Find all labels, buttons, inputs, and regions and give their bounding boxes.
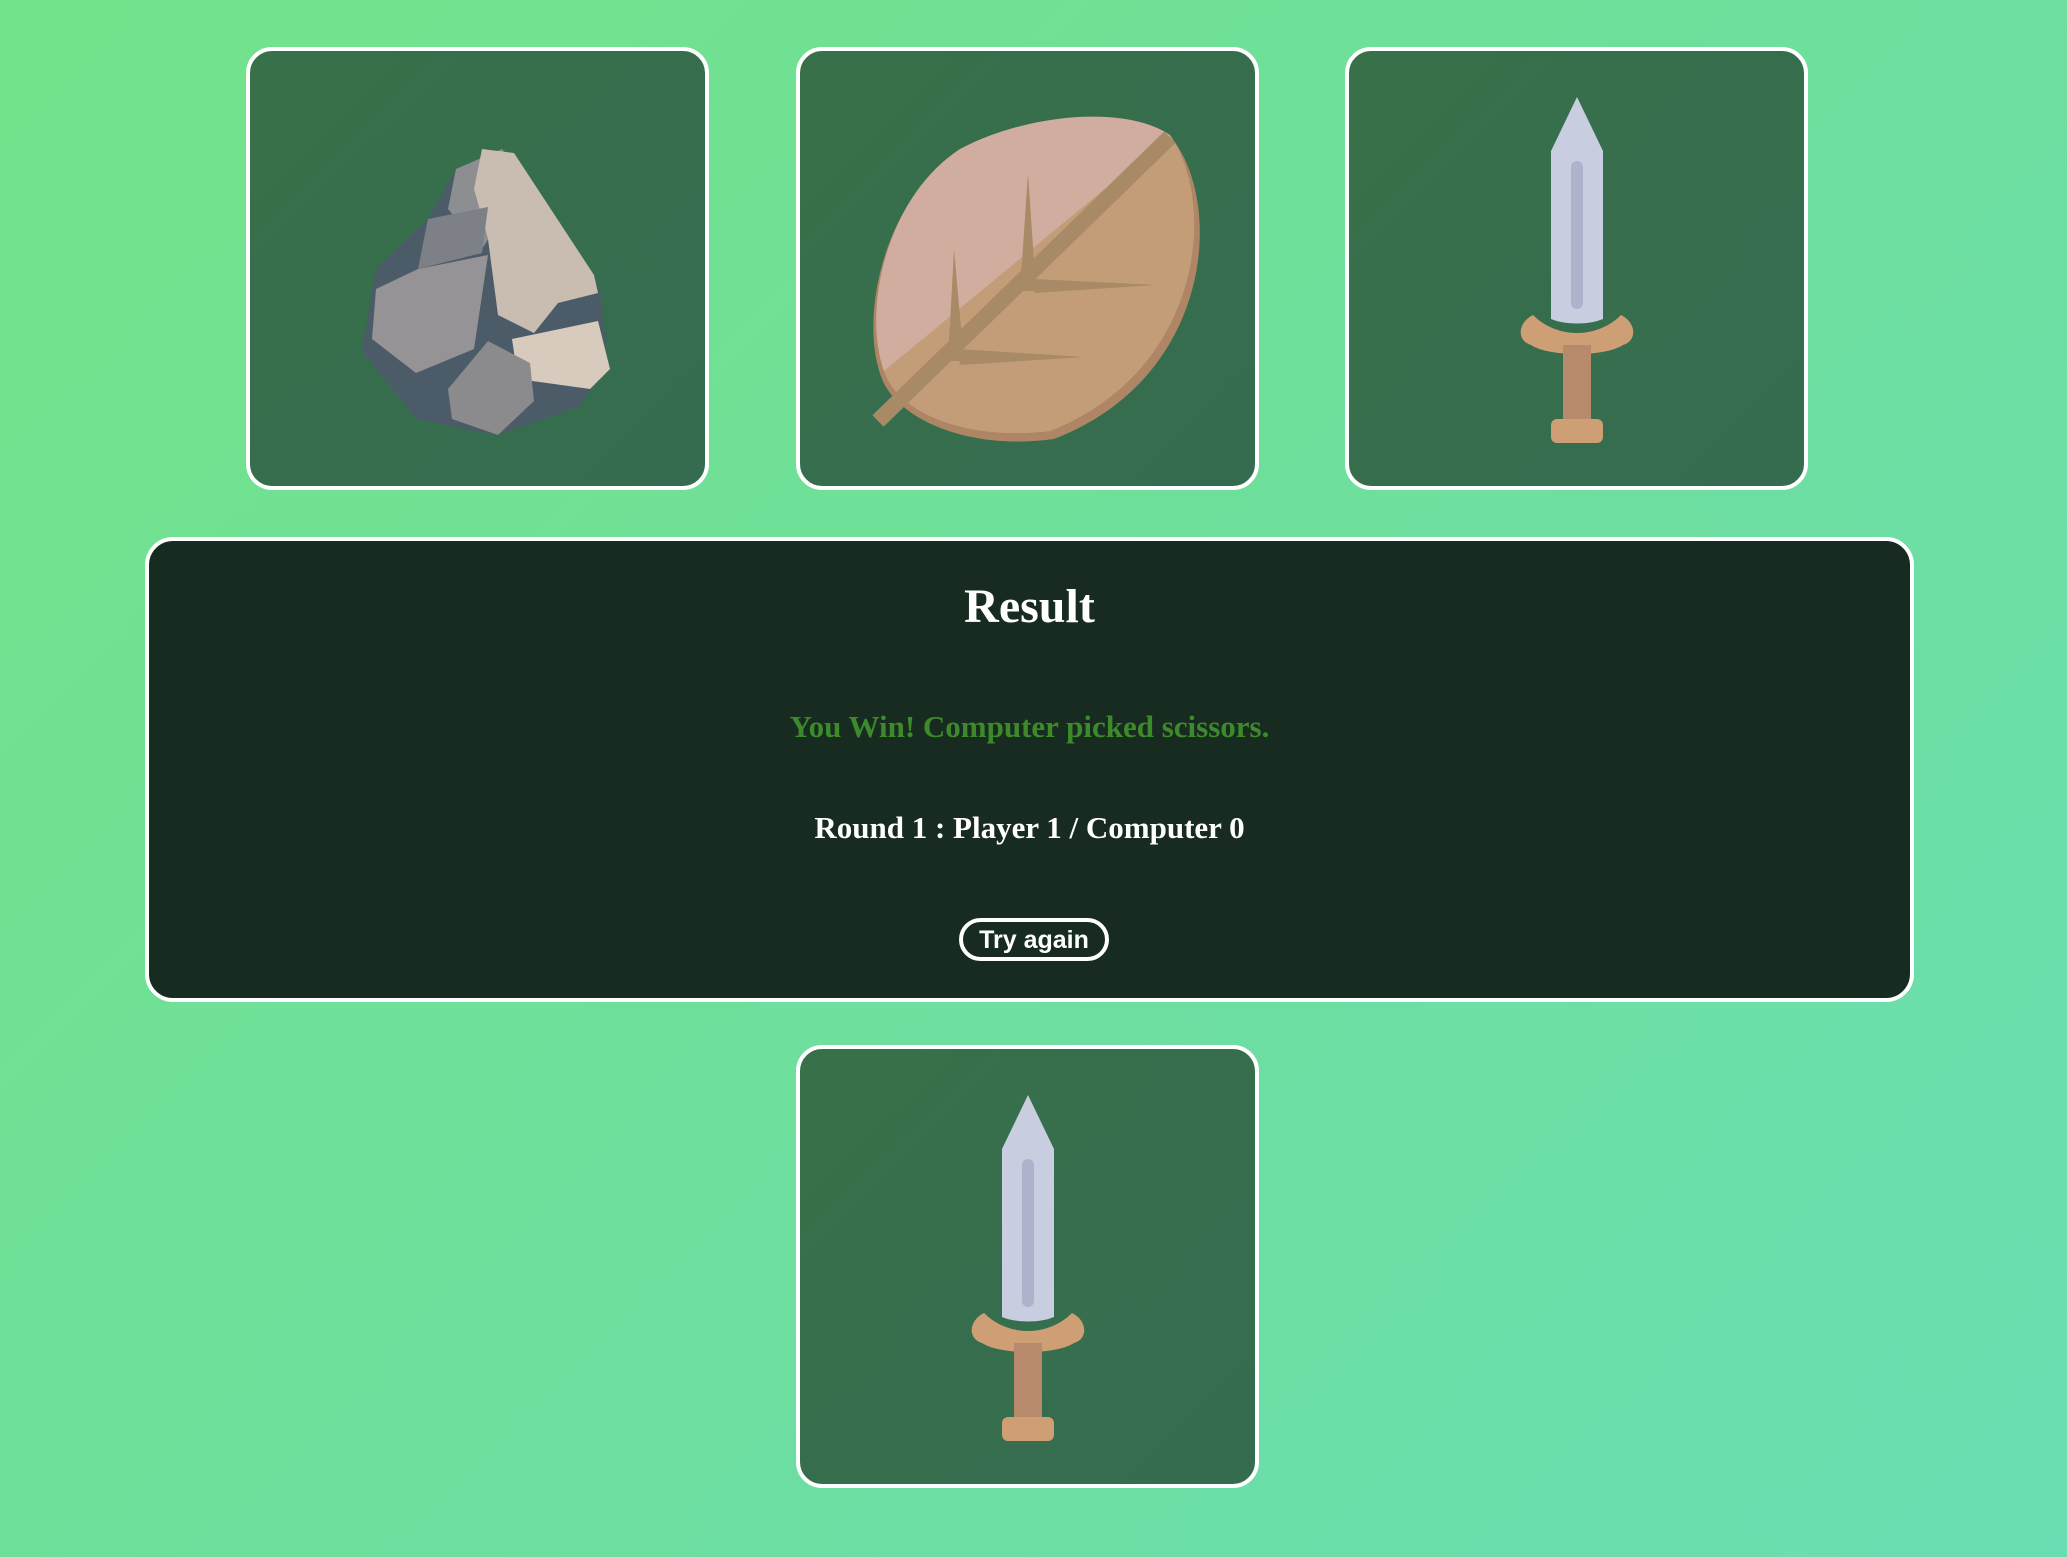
result-title: Result: [964, 580, 1095, 633]
computer-choice-card: [796, 1045, 1259, 1488]
leaf-icon: [871, 116, 1200, 442]
sword-icon: [971, 1094, 1084, 1441]
result-panel: Result You Win! Computer picked scissors…: [145, 537, 1914, 1002]
try-again-button[interactable]: Try again: [959, 918, 1109, 961]
rock-icon: [361, 148, 610, 435]
scissors-choice-card[interactable]: [1345, 47, 1808, 490]
rock-choice-card[interactable]: [246, 47, 709, 490]
paper-choice-card[interactable]: [796, 47, 1259, 490]
result-message: You Win! Computer picked scissors.: [789, 709, 1270, 744]
sword-icon: [1520, 96, 1633, 443]
score-line: Round 1 : Player 1 / Computer 0: [814, 810, 1245, 845]
